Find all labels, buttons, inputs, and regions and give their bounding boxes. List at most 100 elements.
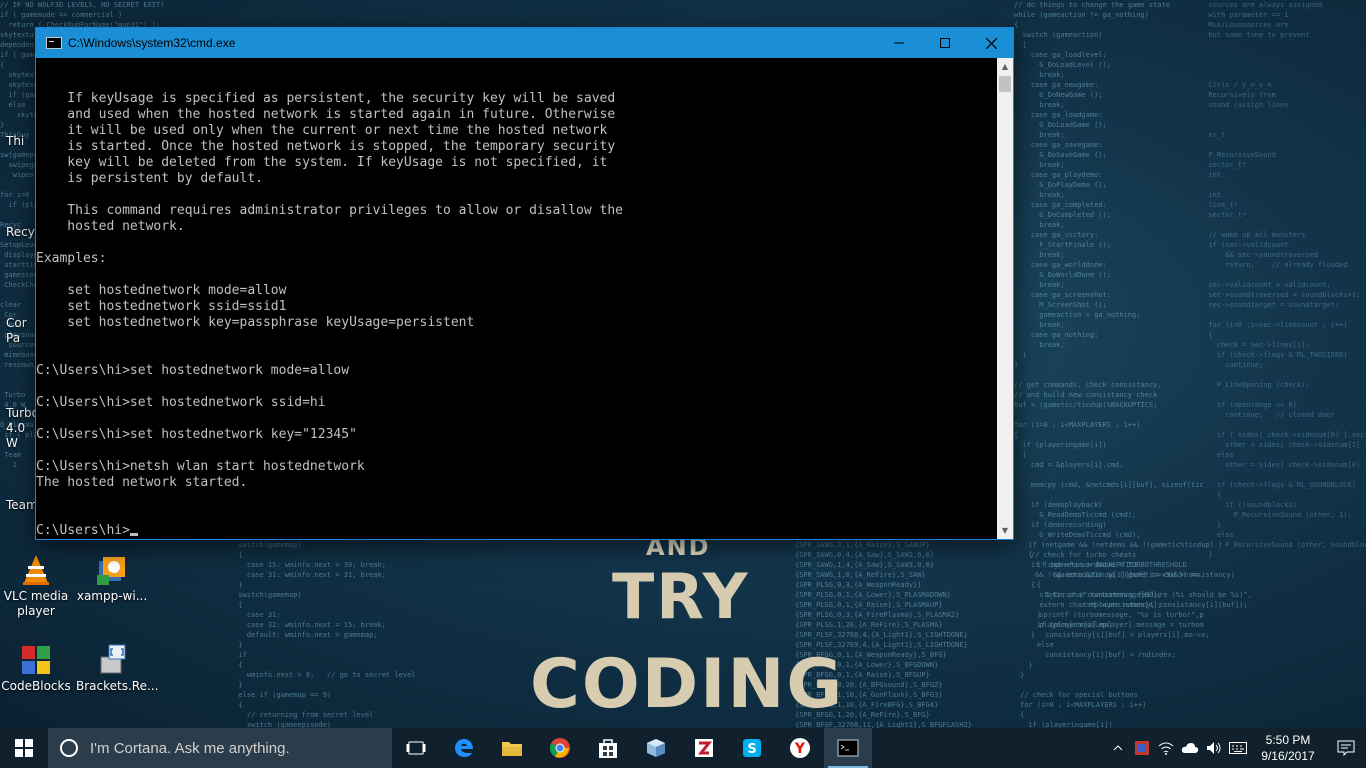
console-line: it will be used only when the current or… — [67, 123, 608, 138]
maximize-button[interactable] — [922, 28, 968, 58]
taskbar-clock[interactable]: 5:50 PM 9/16/2017 — [1250, 732, 1326, 764]
console-line: key will be deleted from the system. If … — [67, 155, 608, 170]
show-hidden-icons-button[interactable] — [1106, 728, 1130, 768]
desktop-icon-label: xampp-wi... — [76, 589, 148, 603]
console-line: C:\Users\hi>set hostednetwork mode=allow — [36, 363, 350, 378]
skype-icon: S — [743, 739, 761, 757]
minimize-icon — [894, 42, 904, 44]
console-line: C:\Users\hi>netsh wlan start hostednetwo… — [36, 459, 365, 474]
filezilla-icon — [695, 739, 713, 757]
cmd-titlebar[interactable]: C:\Windows\system32\cmd.exe — [36, 28, 1013, 58]
brackets-installer-icon — [100, 644, 126, 674]
scroll-up-arrow-icon[interactable]: ▲ — [997, 58, 1013, 75]
vlc-cone-icon — [23, 555, 49, 585]
virtualbox-cube-icon — [647, 739, 665, 757]
maximize-icon — [940, 38, 950, 48]
console-prompt-line[interactable]: C:\Users\hi> — [36, 523, 997, 539]
taskbar-skype[interactable]: S — [728, 728, 776, 768]
console-line: set hostednetwork key=passphrase keyUsag… — [67, 315, 475, 330]
desktop-icon-label: Thi — [6, 134, 25, 148]
console-line: is persistent by default. — [67, 171, 263, 186]
speaker-icon — [1207, 742, 1221, 754]
keyboard-button[interactable] — [1226, 728, 1250, 768]
start-button[interactable] — [0, 728, 48, 768]
scroll-down-arrow-icon[interactable]: ▼ — [997, 522, 1013, 539]
console-line: and used when the hosted network is star… — [67, 107, 616, 122]
onedrive-button[interactable] — [1178, 728, 1202, 768]
svg-text:Y: Y — [794, 741, 806, 757]
wallpaper-slogan-coding: CODING — [530, 645, 845, 724]
chevron-up-icon — [1113, 745, 1123, 751]
clock-date: 9/16/2017 — [1261, 749, 1315, 763]
desktop-icon-vlc[interactable]: VLC media player — [0, 553, 72, 619]
volume-button[interactable] — [1202, 728, 1226, 768]
cloud-icon — [1181, 743, 1199, 753]
xampp-installer-icon — [97, 557, 125, 585]
console-line: If keyUsage is specified as persistent, … — [67, 91, 616, 106]
console-line: This command requires administrator priv… — [67, 203, 623, 218]
tray-app-button[interactable] — [1130, 728, 1154, 768]
text-cursor — [129, 533, 138, 536]
desktop-icon-label: Brackets.Re... — [76, 679, 159, 693]
taskbar-edge[interactable] — [440, 728, 488, 768]
vertical-scrollbar[interactable]: ▲ ▼ — [997, 58, 1013, 539]
tray-app-icon — [1135, 741, 1149, 755]
cortana-search-box[interactable]: I'm Cortana. Ask me anything. — [48, 728, 392, 768]
taskbar-chrome[interactable] — [536, 728, 584, 768]
taskbar-yandex[interactable]: Y — [776, 728, 824, 768]
cmd-window-title: C:\Windows\system32\cmd.exe — [68, 36, 236, 50]
chrome-icon — [549, 738, 570, 758]
system-tray: 5:50 PM 9/16/2017 — [1106, 728, 1366, 768]
console-prompt: C:\Users\hi> — [36, 523, 130, 538]
desktop-icon-control-panel[interactable]: Cor Pa — [6, 316, 36, 346]
console-line: The hosted network started. — [36, 475, 248, 490]
clock-time: 5:50 PM — [1265, 733, 1311, 747]
close-icon — [985, 37, 997, 49]
cmd-app-icon[interactable] — [46, 37, 62, 49]
folder-icon — [502, 742, 522, 756]
console-line: set hostednetwork ssid=ssid1 — [67, 299, 287, 314]
desktop-icon-label: CodeBlocks — [1, 679, 71, 693]
task-view-icon — [406, 741, 426, 755]
desktop-icon-codeblocks[interactable]: CodeBlocks — [0, 643, 72, 694]
desktop-icon-brackets[interactable]: Brackets.Re... — [76, 643, 158, 694]
console-line: C:\Users\hi>set hostednetwork ssid=hi — [36, 395, 326, 410]
task-view-button[interactable] — [392, 728, 440, 768]
taskbar-store[interactable] — [584, 728, 632, 768]
network-icon — [1158, 742, 1174, 755]
cortana-placeholder: I'm Cortana. Ask me anything. — [90, 739, 290, 757]
desktop-icon-label: Team — [6, 498, 38, 512]
action-center-button[interactable] — [1326, 728, 1366, 768]
taskbar-cmd[interactable] — [824, 728, 872, 768]
cmd-window[interactable]: C:\Windows\system32\cmd.exe If keyUsage … — [35, 27, 1014, 540]
cmd-icon — [837, 739, 859, 757]
notification-icon — [1337, 740, 1355, 756]
store-bag-icon — [599, 739, 617, 758]
taskbar-file-explorer[interactable] — [488, 728, 536, 768]
minimize-button[interactable] — [876, 28, 922, 58]
wallpaper-slogan-try: TRY — [612, 560, 750, 633]
windows-logo-icon — [15, 739, 33, 757]
console-line: set hostednetwork mode=allow — [67, 283, 287, 298]
taskbar: I'm Cortana. Ask me anything. S Y 5:50 P… — [0, 728, 1366, 768]
keyboard-icon — [1229, 742, 1247, 754]
console-line: C:\Users\hi>set hostednetwork key="12345… — [36, 427, 357, 442]
desktop-icon-label: Cor Pa — [6, 316, 27, 345]
console-line: Examples: — [36, 251, 107, 266]
taskbar-virtualbox[interactable] — [632, 728, 680, 768]
codeblocks-icon — [22, 646, 50, 674]
console-text: If keyUsage is specified as persistent, … — [36, 59, 997, 523]
desktop-icon-label: VLC media player — [3, 589, 69, 618]
desktop-icon-xampp[interactable]: xampp-wi... — [76, 553, 148, 604]
edge-icon — [455, 739, 473, 757]
wallpaper-code-bottom-right: if (netgame && !netdemo && !(gametic%tic… — [1020, 541, 1252, 728]
console-line: is started. Once the hosted network is s… — [67, 139, 616, 154]
scrollbar-thumb[interactable] — [999, 76, 1011, 92]
console-output[interactable]: If keyUsage is specified as persistent, … — [36, 58, 997, 539]
yandex-browser-icon: Y — [790, 738, 810, 758]
network-button[interactable] — [1154, 728, 1178, 768]
svg-text:S: S — [747, 742, 756, 757]
cortana-icon — [60, 739, 78, 757]
taskbar-filezilla[interactable] — [680, 728, 728, 768]
close-button[interactable] — [968, 28, 1014, 58]
